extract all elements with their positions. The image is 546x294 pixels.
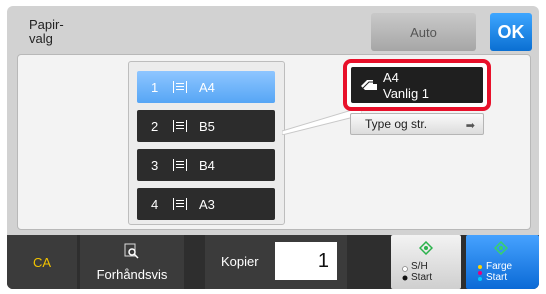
tray-size: A3 bbox=[199, 196, 215, 212]
copies-input[interactable]: 1 bbox=[275, 242, 337, 280]
tray-number: 3 bbox=[151, 157, 159, 173]
type-and-size-button[interactable]: Type og str. ➡ bbox=[350, 113, 484, 135]
tray-icon bbox=[173, 159, 187, 171]
selected-paper-highlight[interactable]: A4 Vanlig 1 bbox=[343, 59, 491, 111]
color-dots-icon bbox=[478, 265, 482, 281]
bw-start-button[interactable]: S/H Start bbox=[391, 235, 461, 289]
tray-size: A4 bbox=[199, 79, 215, 95]
ok-button[interactable]: OK bbox=[490, 13, 532, 51]
tray-size: B4 bbox=[199, 157, 215, 173]
color-start-label: Farge Start bbox=[486, 261, 513, 283]
preview-label: Forhåndsvis bbox=[96, 267, 168, 282]
color-start-button[interactable]: Farge Start bbox=[466, 235, 539, 289]
copies-label: Kopier bbox=[221, 254, 259, 269]
tray-size: B5 bbox=[199, 118, 215, 134]
selected-paper-text: A4 Vanlig 1 bbox=[383, 70, 430, 101]
ca-button[interactable]: CA bbox=[7, 235, 77, 289]
copies-control: Kopier 1 bbox=[205, 235, 347, 289]
auto-button[interactable]: Auto bbox=[371, 13, 476, 51]
tray-3-button[interactable]: 3 B4 bbox=[137, 149, 275, 181]
page-title: Papir- valg bbox=[29, 17, 64, 46]
paper-tray-icon bbox=[361, 80, 377, 90]
paper-select-screen: Papir- valg Auto OK 1 A4 2 B5 3 B4 4 A3 … bbox=[7, 6, 539, 289]
bottom-bar: CA Forhåndsvis Kopier 1 S/H Start Farge … bbox=[7, 235, 539, 289]
tray-number: 2 bbox=[151, 118, 159, 134]
arrow-right-icon: ➡ bbox=[465, 120, 475, 132]
diamond-start-icon bbox=[419, 241, 433, 255]
preview-button[interactable]: Forhåndsvis bbox=[80, 235, 184, 289]
diamond-start-icon bbox=[494, 241, 508, 255]
tray-2-button[interactable]: 2 B5 bbox=[137, 110, 275, 142]
tray-4-button[interactable]: 4 A3 bbox=[137, 188, 275, 220]
type-button-label: Type og str. bbox=[365, 117, 428, 131]
magnifier-icon bbox=[124, 243, 139, 259]
tray-number: 4 bbox=[151, 196, 159, 212]
selected-paper-display: A4 Vanlig 1 bbox=[351, 67, 483, 103]
tray-icon bbox=[173, 81, 187, 93]
bw-dots-icon bbox=[402, 266, 408, 281]
tray-icon bbox=[173, 198, 187, 210]
tray-list: 1 A4 2 B5 3 B4 4 A3 bbox=[128, 61, 285, 225]
tray-icon bbox=[173, 120, 187, 132]
bw-start-label: S/H Start bbox=[411, 261, 433, 283]
tray-1-button[interactable]: 1 A4 bbox=[137, 71, 275, 103]
tray-number: 1 bbox=[151, 79, 159, 95]
paper-panel: 1 A4 2 B5 3 B4 4 A3 A4 Vanlig 1 Type og … bbox=[17, 54, 531, 230]
